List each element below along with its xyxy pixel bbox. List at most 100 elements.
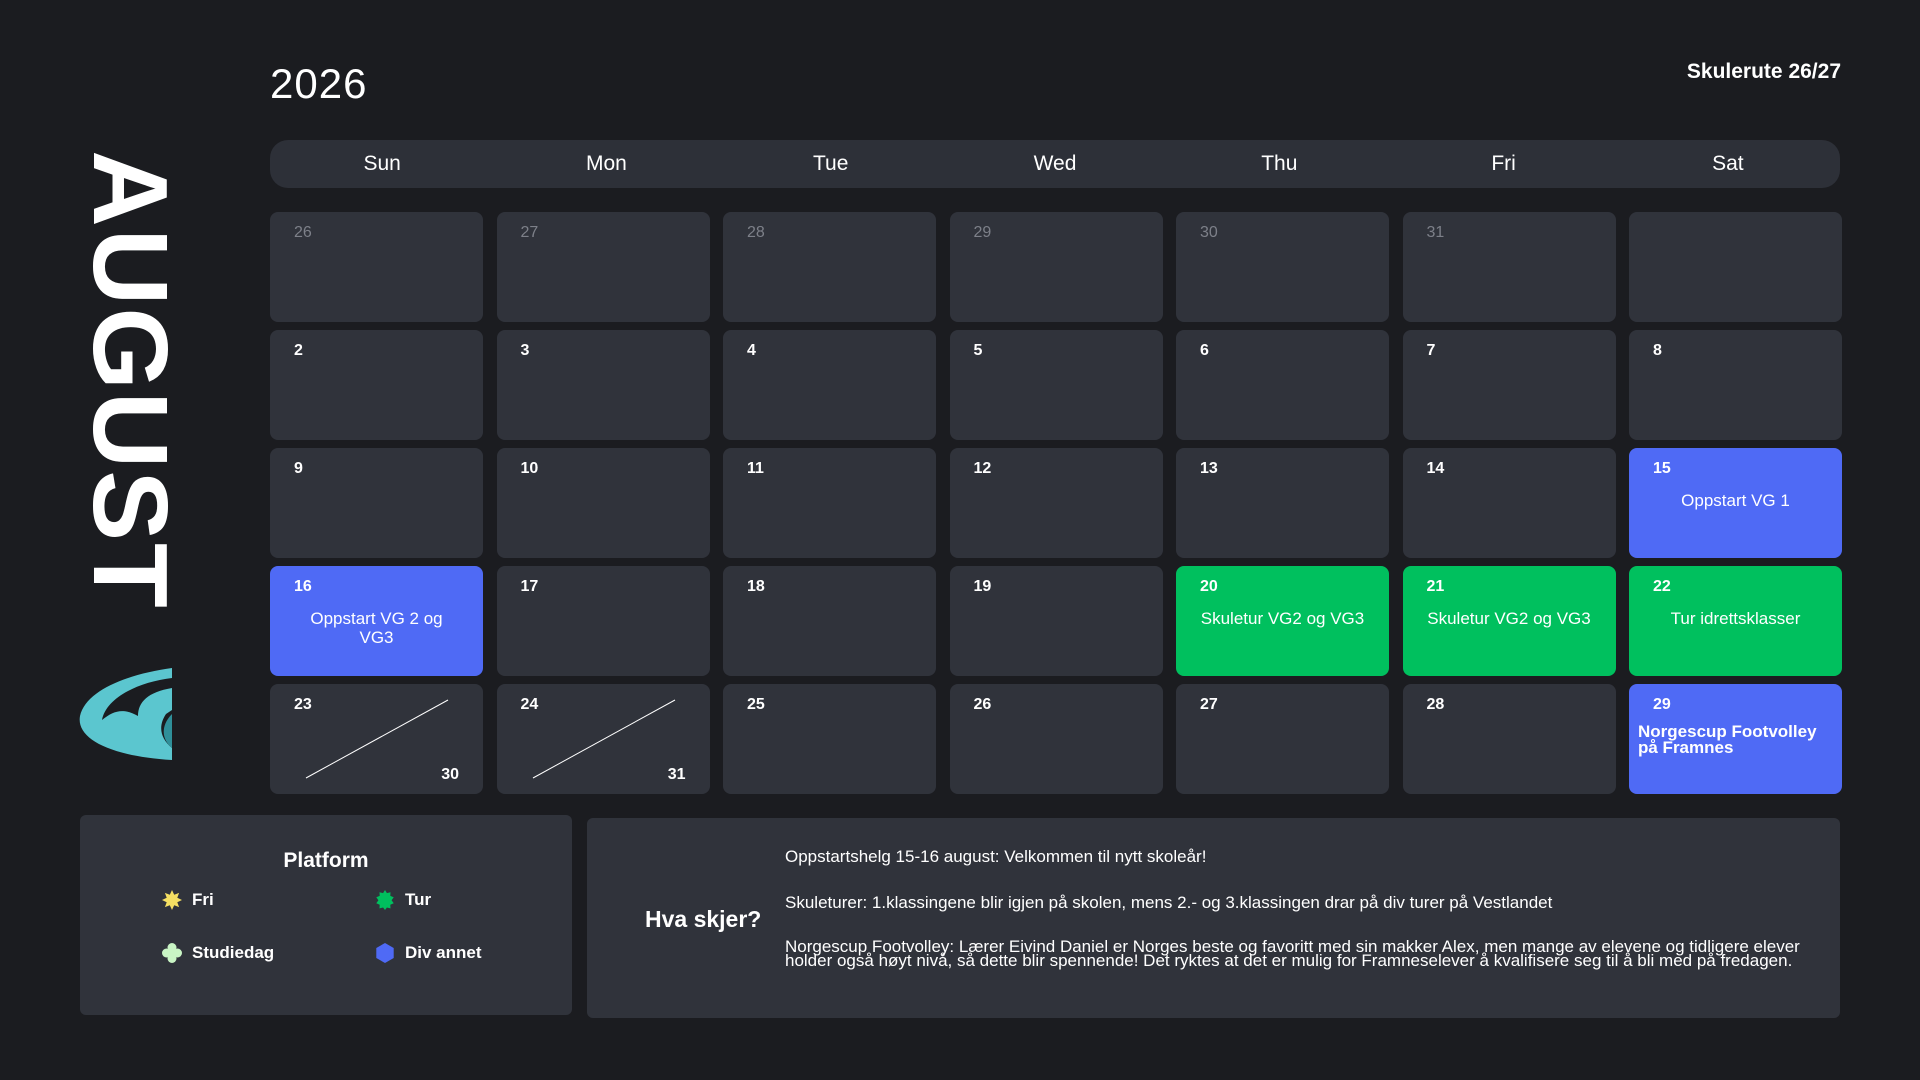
month-label: AUGUST bbox=[71, 150, 189, 610]
day-number: 11 bbox=[747, 460, 764, 477]
calendar-day-cell[interactable]: 28 bbox=[723, 212, 936, 322]
day-number: 25 bbox=[747, 696, 765, 713]
day-event-label: Skuletur VG2 og VG3 bbox=[1427, 609, 1591, 628]
calendar-day-cell[interactable]: 28 bbox=[1402, 684, 1616, 794]
day-number: 2 bbox=[294, 342, 303, 359]
calendar-day-cell[interactable]: 7 bbox=[1402, 330, 1616, 440]
day-number: 22 bbox=[1653, 578, 1671, 595]
weekday-sun: Sun bbox=[363, 152, 401, 175]
day-event-label: Norgescup Footvolley på Framnes bbox=[1638, 722, 1817, 758]
calendar-day-cell[interactable]: 16 Oppstart VG 2 og VG3 bbox=[270, 566, 483, 676]
day-number: 21 bbox=[1426, 578, 1445, 595]
month-title-vertical: AUGUST bbox=[71, 140, 189, 620]
calendar-day-cell[interactable]: 31 bbox=[1402, 212, 1616, 322]
day-number: 27 bbox=[1200, 696, 1218, 713]
day-number: 29 bbox=[973, 224, 992, 241]
calendar-day-cell[interactable]: 21 Skuletur VG2 og VG3 bbox=[1402, 566, 1616, 676]
calendar-day-cell[interactable]: 3 bbox=[496, 330, 710, 440]
day-number: 29 bbox=[1653, 696, 1671, 713]
day-number: 28 bbox=[747, 224, 765, 241]
calendar-day-cell[interactable] bbox=[1629, 212, 1842, 322]
calendar-day-cell[interactable]: 27 bbox=[496, 212, 710, 322]
calendar-day-cell[interactable]: 11 bbox=[723, 448, 936, 558]
calendar-day-cell[interactable]: 6 bbox=[1176, 330, 1389, 440]
info-line-skuleturer: Skuleturer: 1.klassingene blir igjen på … bbox=[785, 893, 1553, 912]
day-number: 30 bbox=[1200, 224, 1218, 241]
calendar-grid: 26 27 28 29 30 31 2 3 4 5 6 7 8 9 10 11 12 13 14 15 Oppstart… bbox=[270, 212, 1842, 794]
day-number: 16 bbox=[294, 578, 312, 595]
legend-item-div-annet: Div annet bbox=[375, 943, 482, 963]
calendar-day-cell[interactable]: 26 bbox=[270, 212, 483, 322]
day-number: 12 bbox=[973, 460, 992, 477]
day-number: 10 bbox=[520, 460, 539, 477]
day-number: 26 bbox=[294, 224, 312, 241]
burst-icon bbox=[376, 890, 394, 910]
sun-icon bbox=[162, 890, 182, 910]
calendar-day-cell[interactable]: 26 bbox=[949, 684, 1163, 794]
day-number: 7 bbox=[1426, 342, 1436, 359]
day-number bbox=[1653, 224, 1818, 244]
day-number: 8 bbox=[1653, 342, 1662, 359]
weekday-tue: Tue bbox=[812, 152, 849, 175]
day-event-label: Oppstart VG 2 og VG3 bbox=[310, 609, 443, 647]
day-number: 3 bbox=[520, 342, 530, 359]
calendar-day-cell[interactable]: 8 bbox=[1629, 330, 1842, 440]
weekday-header: Sun Mon Tue Wed Thu Fri Sat bbox=[270, 140, 1840, 188]
info-panel: Hva skjer? Oppstartshelg 15-16 august: V… bbox=[587, 818, 1840, 1018]
day-number: 17 bbox=[520, 578, 539, 595]
calendar-day-cell[interactable]: 22 Tur idrettsklasser bbox=[1629, 566, 1842, 676]
day-number: 19 bbox=[973, 578, 992, 595]
day-event-label: Tur idrettsklasser bbox=[1670, 609, 1801, 628]
day-number: 9 bbox=[294, 460, 303, 477]
day-event-label: Skuletur VG2 og VG3 bbox=[1200, 609, 1365, 628]
day-number: 28 bbox=[1426, 696, 1445, 713]
weekday-mon: Mon bbox=[585, 152, 627, 175]
calendar-day-cell[interactable]: 30 bbox=[1176, 212, 1389, 322]
hexagon-icon bbox=[376, 943, 394, 963]
legend-label: Fri bbox=[192, 890, 214, 909]
school-logo-icon bbox=[79, 668, 172, 760]
legend-item-fri: Fri bbox=[162, 890, 214, 910]
calendar-day-cell[interactable]: 19 bbox=[949, 566, 1163, 676]
split-day-number: 30 bbox=[441, 766, 459, 783]
day-number: 18 bbox=[747, 578, 765, 595]
weekday-sat: Sat bbox=[1712, 152, 1744, 175]
calendar-day-cell[interactable]: 15 Oppstart VG 1 bbox=[1629, 448, 1842, 558]
weekday-thu: Thu bbox=[1261, 152, 1298, 175]
day-number: 14 bbox=[1426, 460, 1445, 477]
calendar-day-cell[interactable]: 24 31 bbox=[496, 684, 710, 794]
legend-item-tur: Tur bbox=[375, 890, 431, 910]
calendar-day-cell[interactable]: 9 bbox=[270, 448, 483, 558]
legend-label: Div annet bbox=[405, 943, 482, 962]
split-day-number: 31 bbox=[667, 766, 686, 783]
day-number: 26 bbox=[973, 696, 992, 713]
day-number: 5 bbox=[973, 342, 983, 359]
calendar-day-cell[interactable]: 18 bbox=[723, 566, 936, 676]
calendar-day-cell[interactable]: 13 bbox=[1176, 448, 1389, 558]
calendar-day-cell[interactable]: 4 bbox=[723, 330, 936, 440]
calendar-day-cell[interactable]: 2 bbox=[270, 330, 483, 440]
calendar-day-cell[interactable]: 23 30 bbox=[270, 684, 483, 794]
calendar-day-cell[interactable]: 10 bbox=[496, 448, 710, 558]
info-line-norgescup: Norgescup Footvolley: Lærer Eivind Danie… bbox=[785, 937, 1800, 970]
day-number: 6 bbox=[1200, 342, 1209, 359]
day-number: 20 bbox=[1200, 578, 1218, 595]
weekday-wed: Wed bbox=[1033, 152, 1077, 175]
calendar-day-cell[interactable]: 27 bbox=[1176, 684, 1389, 794]
calendar-day-cell[interactable]: 17 bbox=[496, 566, 710, 676]
calendar-day-cell[interactable]: 14 bbox=[1402, 448, 1616, 558]
calendar-day-cell[interactable]: 29 bbox=[949, 212, 1163, 322]
info-title: Hva skjer? bbox=[645, 906, 762, 932]
calendar-day-cell[interactable]: 25 bbox=[723, 684, 936, 794]
school-route-label: Skulerute 26/27 bbox=[1686, 60, 1841, 83]
day-number: 31 bbox=[1426, 224, 1445, 241]
calendar-day-cell[interactable]: 29 Norgescup Footvolley på Framnes bbox=[1629, 684, 1842, 794]
day-number: 15 bbox=[1653, 460, 1671, 477]
day-number: 13 bbox=[1200, 460, 1218, 477]
day-number: 4 bbox=[747, 342, 756, 359]
calendar-day-cell[interactable]: 5 bbox=[949, 330, 1163, 440]
calendar-day-cell[interactable]: 20 Skuletur VG2 og VG3 bbox=[1176, 566, 1389, 676]
flower-icon bbox=[162, 943, 182, 963]
calendar-day-cell[interactable]: 12 bbox=[949, 448, 1163, 558]
legend-label: Tur bbox=[405, 890, 432, 909]
